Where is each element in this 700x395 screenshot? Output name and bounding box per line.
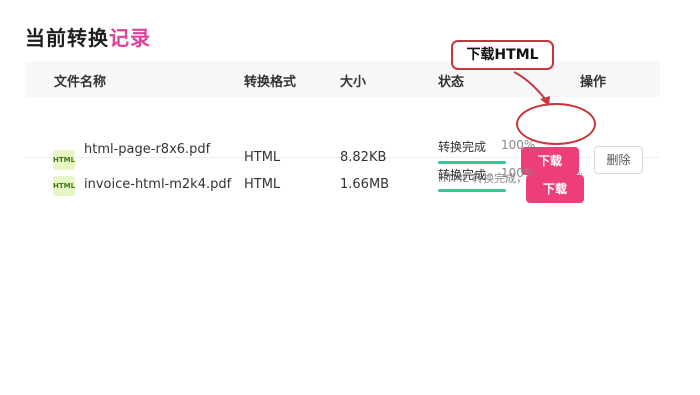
header-status: 状态 — [438, 75, 465, 90]
highlight-circle — [516, 103, 596, 145]
table-row: HTML invoice-html-m2k4.pdf HTML 1.66MB 转… — [25, 157, 660, 215]
download-button[interactable]: 下载 — [526, 175, 584, 203]
status-label: 转换完成 — [438, 168, 487, 182]
progress-bar — [438, 189, 506, 192]
download-html-callout: 下载HTML — [451, 40, 554, 70]
page-title: 当前转换记录 — [25, 22, 151, 51]
file-name: invoice-html-m2k4.pdf — [84, 177, 232, 192]
page-title-main: 当前转换 — [25, 26, 109, 50]
header-size: 大小 — [340, 75, 367, 90]
status-label: 转换完成 — [438, 140, 487, 154]
header-file-name: 文件名称 — [54, 75, 107, 90]
table-header: 文件名称 转换格式 大小 状态 操作 — [25, 61, 660, 97]
header-actions: 操作 — [580, 75, 607, 90]
file-size: 1.66MB — [340, 177, 390, 192]
file-format: HTML — [244, 177, 281, 192]
html-file-icon: HTML — [53, 176, 75, 196]
page-title-accent: 记录 — [109, 26, 151, 50]
file-name: html-page-r8x6.pdf — [84, 142, 211, 157]
header-format: 转换格式 — [244, 75, 297, 90]
progress-bar-fill — [438, 189, 506, 192]
